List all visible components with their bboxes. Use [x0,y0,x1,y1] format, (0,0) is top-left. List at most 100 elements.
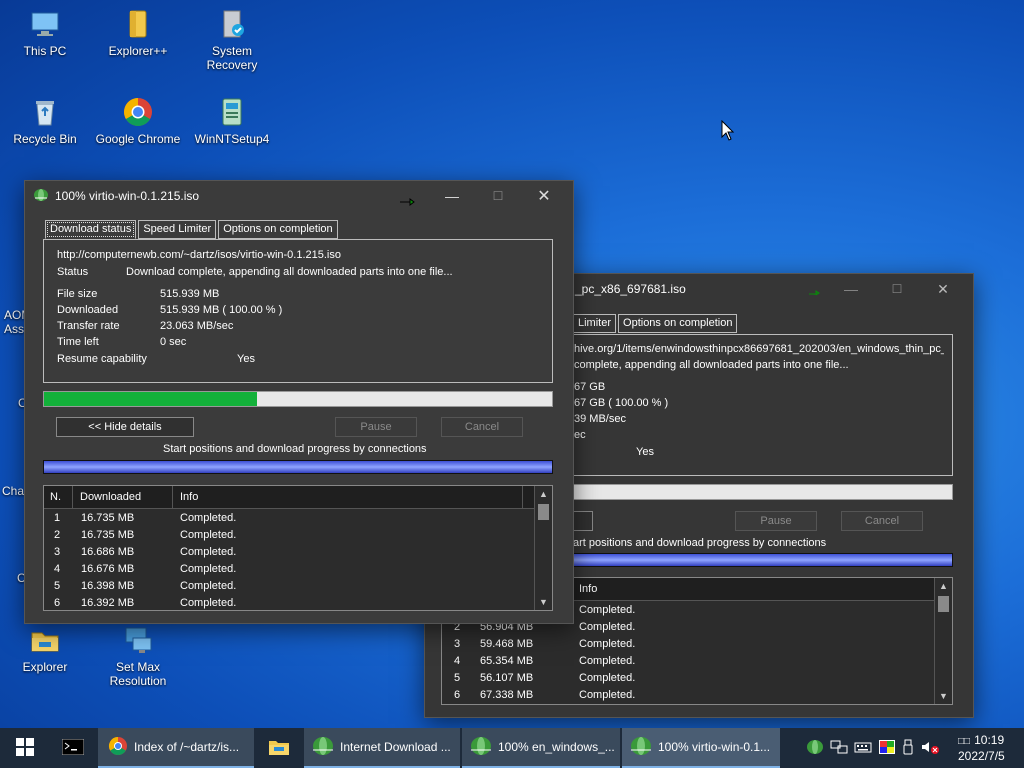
display-settings-icon[interactable] [878,739,896,758]
window-title: _pc_x86_697681.iso [575,282,686,296]
display-settings-icon [122,624,154,656]
idm-app-icon [33,188,49,205]
table-row[interactable]: 4 65.354 MB Completed. [442,653,934,670]
maximize-button[interactable]: ☐ [475,181,521,211]
download-progress-bar [43,391,553,407]
taskbar-file-explorer[interactable] [256,728,302,768]
tab-options-on-completion[interactable]: Options on completion [218,220,338,239]
downloaded-label: Downloaded [57,304,119,316]
minimize-button[interactable]: — [429,181,475,211]
taskbar-download-virtio[interactable]: 100% virtio-win-0.1... [622,728,780,768]
desktop-icon-this-pc[interactable]: This PC [0,8,90,58]
desktop-icon-winntsetup[interactable]: WinNTSetup4 [187,96,277,146]
progress-fill [44,392,258,406]
table-row[interactable]: 6 16.392 MB Completed. [44,595,534,610]
folder-icon [268,738,290,759]
volume-muted-icon[interactable] [920,739,940,758]
desktop-icon-recycle-bin[interactable]: Recycle Bin [0,96,90,146]
table-row[interactable]: 6 67.338 MB Completed. [442,687,934,704]
table-row[interactable]: 3 16.686 MB Completed. [44,544,534,561]
desktop-icon-label: This PC [23,44,67,58]
tab-options-on-completion[interactable]: Options on completion [618,314,738,333]
usb-device-icon[interactable] [902,739,914,758]
folder-icon [122,8,154,40]
desktop-icon-system-recovery[interactable]: System Recovery [187,8,277,72]
setup-icon [216,96,248,128]
system-tray [806,728,940,768]
table-row[interactable]: 5 56.107 MB Completed. [442,670,934,687]
table-row[interactable]: 2 16.735 MB Completed. [44,527,534,544]
idm-tray-indicator-icon [808,287,820,299]
scroll-up-icon[interactable]: ▲ [535,486,552,502]
pause-button[interactable]: Pause [335,417,417,437]
close-button[interactable]: ✕ [521,181,567,211]
taskbar-download-en-windows[interactable]: 100% en_windows_... [462,728,620,768]
scroll-down-icon[interactable]: ▼ [535,594,552,610]
list-header: N. Downloaded Info [44,486,534,509]
resume-capability-value: Yes [636,446,654,458]
list-scrollbar[interactable]: ▲ ▼ [534,486,552,610]
maximize-button[interactable]: ☐ [874,274,920,304]
connections-progress-bar [43,460,553,474]
connections-list[interactable]: N. Downloaded Info 1 16.735 MB Completed. … [43,485,553,611]
clock[interactable]: □□ 10:19 2022/7/5 [958,728,1005,768]
column-header-info[interactable]: Info [180,491,198,503]
start-button[interactable] [0,728,50,768]
table-row[interactable]: 5 16.398 MB Completed. [44,578,534,595]
taskbar-idm[interactable]: Internet Download ... [304,728,460,768]
time-left-value: ec [574,429,586,441]
hide-details-button[interactable]: << Hide details [56,417,194,437]
tab-speed-limiter[interactable]: Limiter [573,314,617,333]
download-window-virtio[interactable]: 100% virtio-win-0.1.215.iso — ☐ ✕ Downlo… [24,180,574,624]
desktop-icon-label: Explorer [22,660,68,674]
table-row[interactable]: 4 16.676 MB Completed. [44,561,534,578]
table-row[interactable]: 3 59.468 MB Completed. [442,636,934,653]
connections-caption: Start positions and download progress by… [163,443,427,455]
tab-speed-limiter[interactable]: Speed Limiter [138,220,217,239]
pause-button[interactable]: Pause [735,511,817,531]
file-size-value: 515.939 MB [160,288,220,300]
mouse-cursor-icon [721,119,735,145]
desktop-icon-label: Google Chrome [95,132,181,146]
desktop-icon-label: System Recovery [206,44,258,72]
column-header-info: Info [579,583,598,595]
idm-tray-icon[interactable] [806,739,824,758]
column-header-downloaded[interactable]: Downloaded [80,491,141,503]
cancel-button[interactable]: Cancel [441,417,523,437]
url-text: hive.org/1/items/enwindowsthinpcx8669768… [574,343,944,355]
chrome-icon [108,736,128,759]
desktop-icon-set-max-resolution[interactable]: Set Max Resolution [93,624,183,688]
desktop-icon-explorer-plus[interactable]: Explorer++ [93,8,183,58]
clock-date: 2022/7/5 [958,748,1005,763]
hide-details-button[interactable] [573,511,593,531]
connections-caption: art positions and download progress by c… [573,537,827,549]
chrome-icon [122,96,154,128]
partial-desktop-label: Ass [4,322,25,336]
scroll-thumb[interactable] [938,596,949,612]
column-header-number[interactable]: N. [50,491,61,503]
network-icon[interactable] [830,739,848,758]
idm-app-icon [630,736,652,759]
tab-download-status[interactable]: Download status [45,220,137,239]
taskbar-label: Index of /~dartz/is... [134,740,240,754]
desktop-icon-explorer[interactable]: Explorer [0,624,90,674]
resume-capability-label: Resume capability [57,353,147,365]
desktop-icon-label: WinNTSetup4 [194,132,270,146]
scroll-down-icon[interactable]: ▼ [935,688,952,704]
desktop-icon-google-chrome[interactable]: Google Chrome [93,96,183,146]
idm-tray-indicator-icon [399,197,415,209]
keyboard-icon[interactable] [854,739,872,758]
scroll-thumb[interactable] [538,504,549,520]
download-status-group: hive.org/1/items/enwindowsthinpcx8669768… [573,334,953,476]
scroll-up-icon[interactable]: ▲ [935,578,952,594]
taskbar-cmd[interactable] [50,728,96,768]
table-row[interactable]: 1 16.735 MB Completed. [44,510,534,527]
close-button[interactable]: ✕ [920,274,966,304]
taskbar-chrome[interactable]: Index of /~dartz/is... [98,728,254,768]
cancel-button[interactable]: Cancel [841,511,923,531]
download-progress-bar [573,484,953,500]
list-scrollbar[interactable]: ▲ ▼ [934,578,952,704]
taskbar: Index of /~dartz/is... Internet Download… [0,728,1024,768]
minimize-button[interactable]: — [828,274,874,304]
status-value: complete, appending all downloaded parts… [574,359,849,371]
